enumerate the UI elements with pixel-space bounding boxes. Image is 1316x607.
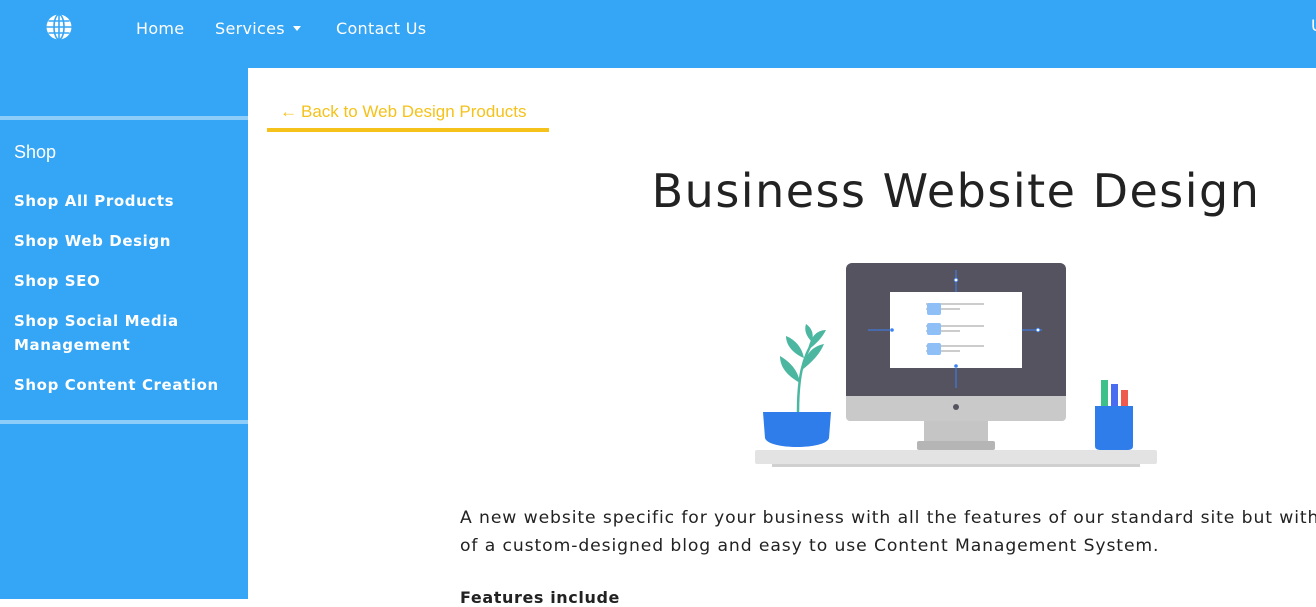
nav-services-label: Services [215, 19, 285, 38]
features-heading: Features include [460, 588, 620, 607]
sidebar-divider [0, 116, 248, 120]
sidebar-item-shop-seo[interactable]: Shop SEO [14, 269, 234, 293]
caret-down-icon [292, 26, 301, 31]
pencil-cup [1095, 406, 1133, 450]
sidebar-divider [0, 420, 248, 424]
desk [755, 450, 1157, 464]
sidebar-heading: Shop [14, 142, 57, 162]
back-to-web-design-link[interactable]: ← Back to Web Design Products [267, 98, 549, 132]
sidebar-item-shop-social-media-management[interactable]: Shop Social Media Management [14, 309, 234, 357]
desktop-illustration [755, 263, 1157, 467]
page-title: Business Website Design [651, 164, 1261, 218]
clipped-nav-item[interactable]: U [1311, 16, 1316, 35]
top-navbar: Home Services Contact Us U [0, 0, 1316, 68]
description-line-1: A new website specific for your business… [460, 508, 1316, 528]
description-line-2: of a custom-designed blog and easy to us… [460, 536, 1160, 556]
back-link-label: Back to Web Design Products [301, 102, 527, 121]
nav-home[interactable]: Home [136, 19, 184, 38]
sidebar-item-shop-content-creation[interactable]: Shop Content Creation [14, 373, 234, 397]
product-description: A new website specific for your business… [460, 504, 1316, 560]
globe-icon[interactable] [45, 13, 73, 41]
plant-pot [763, 412, 831, 447]
arrow-left-icon: ← [280, 102, 297, 121]
sidebar: Shop Shop All Products Shop Web Design S… [0, 68, 248, 599]
nav-services[interactable]: Services [215, 19, 301, 38]
monitor-stand [924, 418, 988, 442]
nav-contact-us[interactable]: Contact Us [336, 19, 426, 38]
sidebar-item-shop-all-products[interactable]: Shop All Products [14, 189, 234, 213]
sidebar-item-shop-web-design[interactable]: Shop Web Design [14, 229, 234, 253]
